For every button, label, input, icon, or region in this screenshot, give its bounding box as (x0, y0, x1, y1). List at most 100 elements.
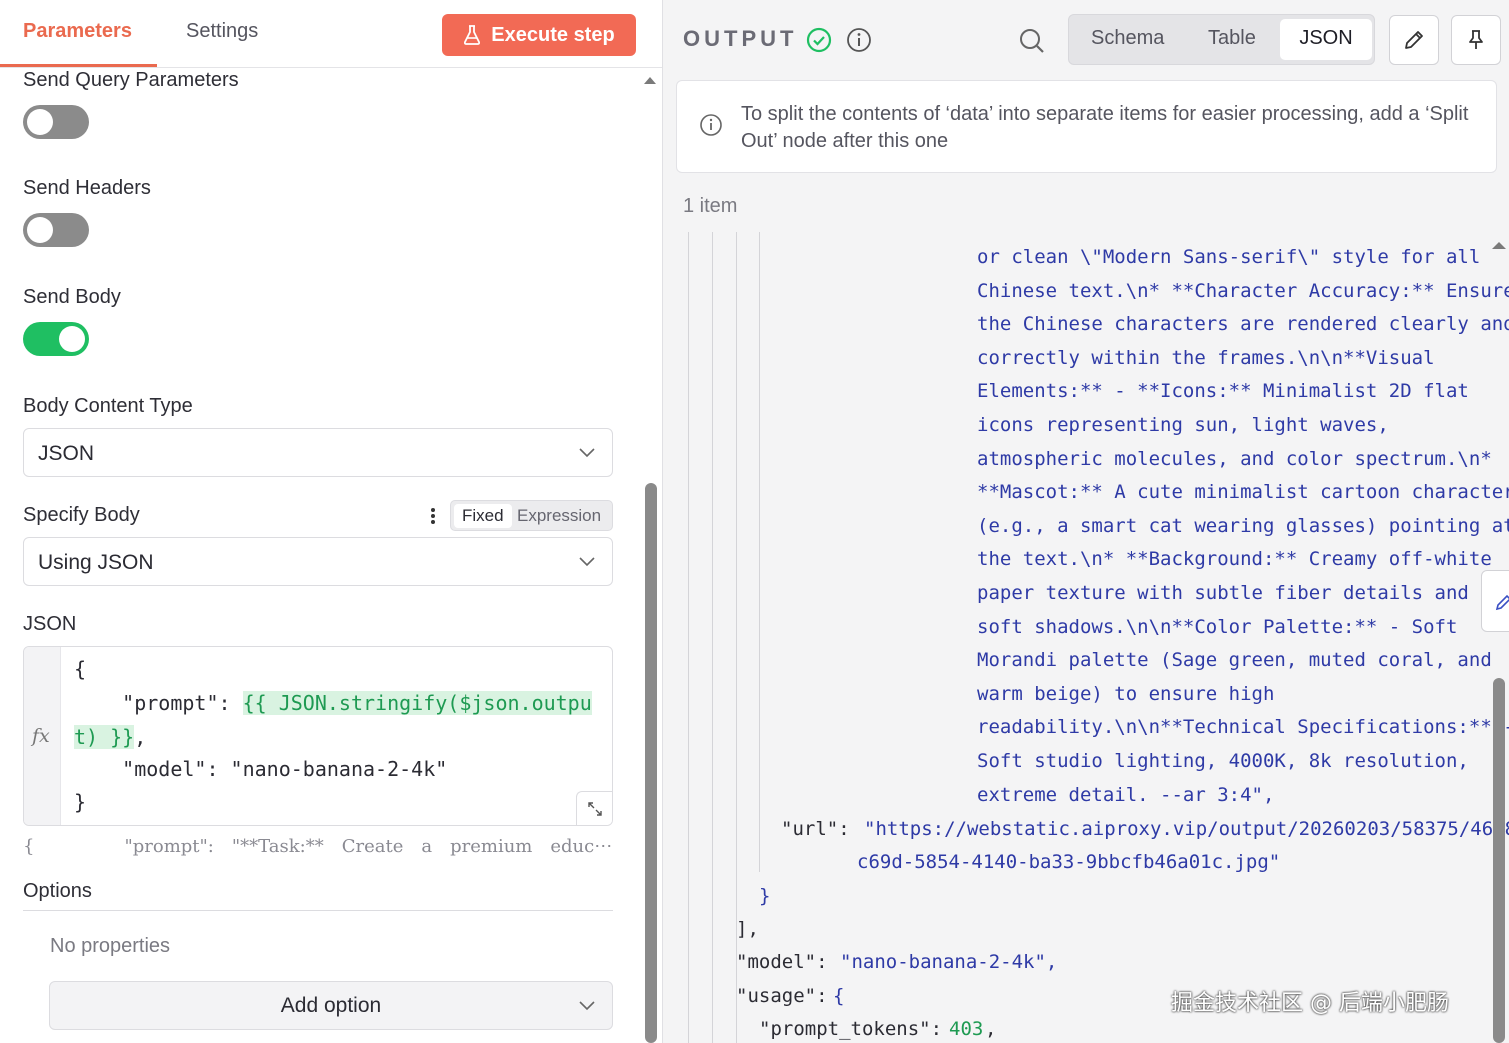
json-string-line: icons representing sun, light waves, (977, 414, 1389, 436)
specify-body-select[interactable]: Using JSON (23, 537, 613, 586)
json-string-line: **Mascot:** A cute minimalist cartoon ch… (977, 481, 1509, 504)
options-label: Options (23, 880, 92, 902)
notice-text: To split the contents of ‘data’ into sep… (741, 103, 1469, 152)
tab-table[interactable]: Table (1208, 27, 1256, 50)
watermark: 掘金技术社区 @ 后端小肥肠 (1171, 991, 1449, 1016)
preview-token: "**Task:** (231, 836, 324, 857)
expression-highlight: t) }} (74, 725, 135, 749)
chevron-down-icon (579, 448, 595, 458)
code-line: { (74, 657, 87, 681)
left-scrollbar-thumb[interactable] (645, 483, 657, 1043)
chevron-down-icon (579, 1001, 595, 1011)
send-headers-label: Send Headers (23, 177, 151, 199)
floating-edit-button[interactable] (1481, 570, 1509, 632)
preview-token: premium (450, 836, 533, 857)
expand-icon (587, 801, 602, 816)
send-query-parameters-label: Send Query Parameters (23, 69, 239, 91)
scroll-up-arrow[interactable] (643, 74, 657, 86)
body-content-type-label: Body Content Type (23, 395, 193, 417)
json-string-line: the Chinese characters are rendered clea… (977, 313, 1509, 336)
info-icon[interactable] (846, 27, 872, 53)
indent-guide (712, 232, 713, 1043)
preview-token: a (421, 836, 433, 857)
specify-body-value: Using JSON (38, 551, 154, 574)
split-out-notice: To split the contents of ‘data’ into sep… (676, 80, 1497, 173)
chevron-down-icon (579, 557, 595, 567)
send-body-toggle[interactable] (23, 322, 89, 356)
pencil-icon (1495, 594, 1509, 611)
toggle-knob (27, 109, 53, 135)
flask-icon (464, 25, 481, 45)
pin-output-button[interactable] (1451, 15, 1501, 65)
output-title: OUTPUT (683, 26, 798, 51)
json-string-line: Morandi palette (Sage green, muted coral… (977, 649, 1492, 672)
indent-guide (688, 232, 689, 1043)
specify-body-label: Specify Body (23, 504, 140, 526)
json-string-line: or clean \"Modern Sans-serif\" style for… (977, 246, 1481, 268)
json-string-line: (e.g., a smart cat wearing glasses) poin… (977, 514, 1509, 537)
output-view-switch: Schema Table JSON (1068, 14, 1375, 65)
edit-output-button[interactable] (1389, 15, 1439, 65)
right-scrollbar-thumb[interactable] (1493, 678, 1505, 1043)
indent-guide (759, 232, 760, 872)
preview-token: educ⋯ (550, 836, 613, 857)
output-panel: OUTPUT Schema Table JSON To split the co… (663, 0, 1509, 1043)
tab-parameters[interactable]: Parameters (23, 20, 132, 43)
add-option-label: Add option (280, 994, 382, 1017)
json-close-brace: } (759, 885, 771, 907)
body-content-type-value: JSON (38, 442, 95, 465)
json-string-line: Soft studio lighting, 4000K, 8k resoluti… (977, 750, 1469, 772)
execute-step-label: Execute step (491, 23, 615, 46)
preview-token: "prompt": (124, 836, 214, 857)
check-circle-icon (806, 27, 832, 53)
json-open-brace: { (833, 985, 845, 1007)
tab-json[interactable]: JSON (1280, 19, 1372, 60)
options-divider (23, 910, 613, 911)
parameters-panel: Parameters Settings Execute step Send Qu… (0, 0, 662, 1043)
item-count: 1 item (683, 195, 738, 217)
search-icon[interactable] (1018, 27, 1046, 55)
json-value-url: "https://webstatic.aiproxy.vip/output/20… (864, 818, 1509, 840)
add-option-button[interactable]: Add option (49, 981, 613, 1030)
scroll-up-arrow[interactable] (1491, 239, 1507, 251)
json-output-viewer[interactable]: or clean \"Modern Sans-serif\" style for… (663, 232, 1509, 1043)
json-key-prompt-tokens: "prompt_tokens": (759, 1018, 943, 1040)
fixed-expression-switch: Fixed Expression (450, 500, 613, 531)
info-icon (700, 114, 722, 136)
json-string-line: atmospheric molecules, and color spectru… (977, 447, 1492, 470)
json-key-model: "model": (736, 951, 828, 973)
code-line: "model": "nano-banana-2-4k" (74, 757, 448, 781)
json-value-url-continued: c69d-5854-4140-ba33-9bbcfb46a01c.jpg" (857, 851, 1281, 873)
mode-expression-button[interactable]: Expression (509, 504, 609, 528)
code-prompt-key: "prompt": (74, 691, 243, 715)
tab-settings[interactable]: Settings (186, 20, 258, 43)
expression-highlight: {{ JSON.stringify($json.outpu (242, 691, 592, 715)
code-line: t) }}, (74, 725, 146, 749)
json-string-line: Chinese text.\n* **Character Accuracy:**… (977, 279, 1509, 302)
code-comma: , (134, 725, 147, 749)
expand-editor-button[interactable] (576, 791, 612, 825)
active-tab-indicator (0, 64, 157, 67)
json-string-line: extreme detail. --ar 3:4", (977, 783, 1275, 806)
pencil-icon (1405, 31, 1423, 49)
json-code-editor[interactable]: fx { "prompt": {{ JSON.stringify($json.o… (23, 646, 613, 826)
toggle-knob (27, 217, 53, 243)
json-value-prompt-tokens: 403 (949, 1018, 984, 1040)
json-key-url: "url": (781, 818, 850, 840)
code-line: "prompt": {{ JSON.stringify($json.outpu (74, 691, 592, 715)
json-string-line: paper texture with subtle fiber details … (977, 582, 1469, 604)
json-string-line: soft shadows.\n\n**Color Palette:** - So… (977, 615, 1458, 638)
json-result-preview: {"prompt": "**Task:** Create a premium educ⋯ (23, 836, 613, 857)
code-line: } (74, 790, 87, 814)
preview-token: Create (341, 836, 404, 857)
execute-step-button[interactable]: Execute step (442, 14, 636, 56)
panel-tabs: Parameters Settings Execute step (0, 0, 662, 68)
more-options-icon[interactable] (426, 506, 440, 526)
send-headers-toggle[interactable] (23, 213, 89, 247)
mode-fixed-button[interactable]: Fixed (454, 504, 512, 528)
send-query-parameters-toggle[interactable] (23, 105, 89, 139)
json-label: JSON (23, 613, 77, 635)
body-content-type-select[interactable]: JSON (23, 428, 613, 477)
pin-icon (1469, 30, 1483, 49)
tab-schema[interactable]: Schema (1091, 27, 1164, 50)
